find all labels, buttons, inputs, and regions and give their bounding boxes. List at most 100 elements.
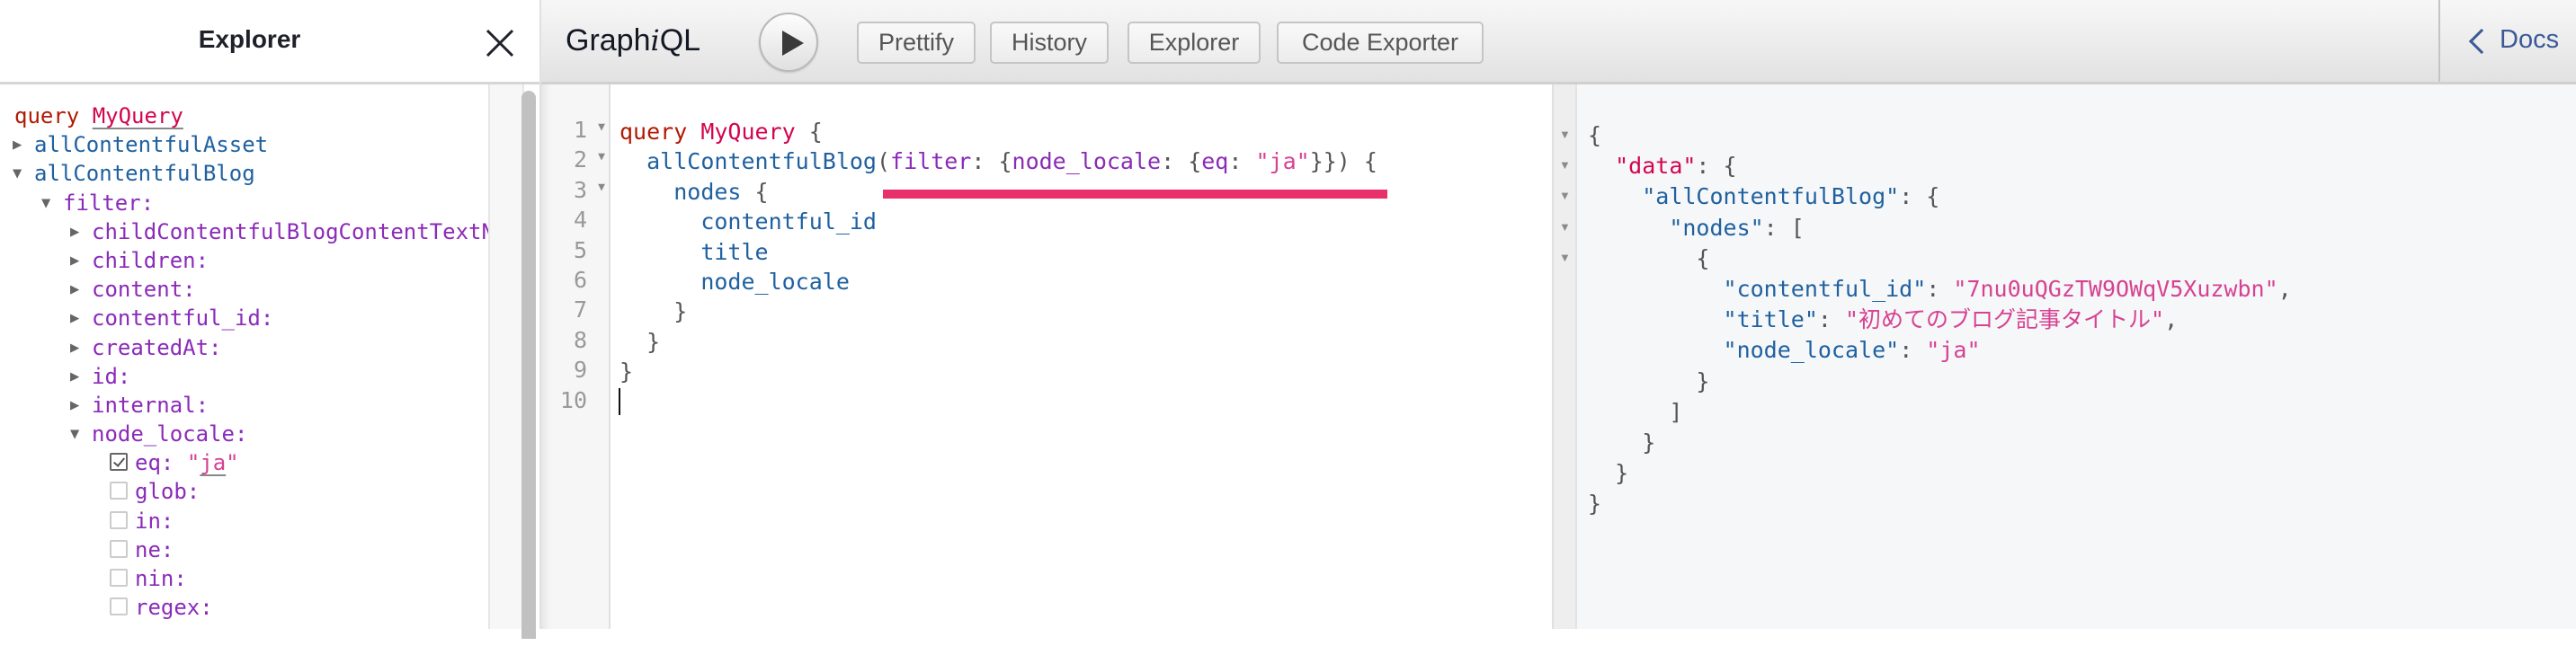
caret-right-icon[interactable]: ▶ [70,391,88,420]
caret-right-icon[interactable]: ▶ [70,304,88,332]
explorer-tree-item[interactable]: eq: "ja" [0,448,488,477]
tree-item-label: allContentfulAsset [34,132,269,158]
code-line: title [619,237,1377,267]
code-token: } [673,298,688,325]
explorer-panel: Explorer query MyQuery ▶ allContentfulAsse… [0,0,539,639]
code-token: }}) { [1309,148,1377,175]
explorer-tree-item[interactable]: ▶ children: [0,246,488,275]
explorer-tree-item[interactable]: ▶ contentful_id: [0,304,488,332]
checkbox[interactable] [110,510,128,529]
code-exporter-button[interactable]: Code Exporter [1277,22,1484,64]
line-number-text: 5 [573,236,587,263]
caret-right-icon[interactable]: ▶ [70,217,88,246]
explorer-tree-item[interactable]: ▶ id: [0,362,488,391]
chevron-left-icon [2468,28,2495,55]
explorer-tree-item[interactable]: regex: [0,593,488,622]
close-explorer-button[interactable] [484,27,516,59]
explorer-tree-item[interactable]: ▼ allContentfulBlog [0,159,488,188]
code-token: title [700,238,769,265]
code-token: : { [971,148,1012,175]
explorer-tree-item[interactable]: nin: [0,564,488,593]
line-number-text: 7 [573,296,587,323]
explorer-tree-item[interactable]: ▶childContentfulBlogContentTextNode: [0,217,488,246]
explorer-tree-item[interactable]: ▶ internal: [0,391,488,420]
explorer-tree-item[interactable]: ▶ allContentfulAsset [0,130,488,159]
line-number-text: 2 [573,146,587,173]
explorer-tree-item[interactable]: glob: [0,477,488,506]
query-editor[interactable]: 1 ▼ 2 ▼ 3 ▼ 4 5 6 7 8 9 10 query MyQuery { allConten… [541,84,1554,629]
caret-right-icon[interactable]: ▶ [70,246,88,275]
explorer-tree-item[interactable]: query MyQuery [0,102,488,130]
result-token: : [ [1763,214,1805,241]
code-token: node_locale [1012,148,1162,175]
play-icon [782,31,804,56]
caret-right-icon[interactable]: ▶ [70,275,88,304]
line-number-text: 9 [573,357,587,384]
result-line: "title": "初めてのブログ記事タイトル", [1588,305,2292,335]
result-token: "ja" [1926,337,1981,364]
code-line: } [619,357,1377,386]
result-token: "7nu0uQGzTW9OWqV5Xuzwbn" [1953,275,2278,302]
checkbox[interactable] [110,569,128,587]
tree-item-label: ne: [135,535,174,564]
result-token: : { [1696,153,1737,180]
code-token: : { [1161,148,1202,175]
prettify-button[interactable]: Prettify [857,22,976,64]
explorer-scrollbar[interactable] [521,91,536,639]
caret-right-icon[interactable]: ▶ [13,130,31,159]
fold-arrow-icon[interactable]: ▼ [1559,220,1571,234]
explorer-tree: query MyQuery ▶ allContentfulAsset ▼ allCont… [0,84,488,646]
tree-item-label: filter: [63,190,155,216]
explorer-tree-item[interactable]: ▶ content: [0,275,488,304]
explorer-tree-item[interactable]: ▼ filter: [0,189,488,217]
caret-down-icon[interactable]: ▼ [13,159,31,188]
result-line: { [1588,243,2292,274]
quote: " [186,450,201,476]
result-line: "contentful_id": "7nu0uQGzTW9OWqV5Xuzwbn… [1588,274,2292,305]
tree-item-label: content: [92,277,196,303]
fold-arrow-icon[interactable]: ▼ [598,150,605,164]
history-button[interactable]: History [990,22,1109,64]
query-code[interactable]: query MyQuery { allContentfulBlog(filter… [619,117,1377,417]
fold-arrow-icon[interactable]: ▼ [1559,251,1571,264]
result-line: } [1588,367,2292,397]
explorer-header: Explorer [0,0,539,84]
code-line: } [619,327,1377,357]
line-number: 7 [539,296,609,326]
result-token [1588,368,1696,394]
explorer-tree-item[interactable]: in: [0,507,488,535]
result-token [1588,276,1724,302]
fold-arrow-icon[interactable]: ▼ [1559,128,1571,141]
line-number: 8 [539,327,609,357]
checkbox[interactable] [110,482,128,500]
fold-arrow-icon[interactable]: ▼ [598,181,605,194]
explorer-tree-item[interactable]: ▶ createdAt: [0,333,488,362]
checkbox[interactable] [110,597,128,616]
result-line: { [1588,120,2292,151]
fold-arrow-icon[interactable]: ▼ [1559,189,1571,202]
result-token: "nodes" [1669,214,1764,241]
explorer-tree-item[interactable]: ne: [0,535,488,564]
operation-name[interactable]: MyQuery [93,103,183,128]
checkbox-checked[interactable] [110,453,128,472]
fold-arrow-icon[interactable]: ▼ [598,120,605,134]
caret-right-icon[interactable]: ▶ [70,333,88,362]
result-line: } [1588,428,2292,458]
caret-down-icon[interactable]: ▼ [70,420,88,448]
line-number-text: 8 [573,326,587,353]
execute-query-button[interactable] [759,13,818,72]
explorer-button[interactable]: Explorer [1128,22,1261,64]
explorer-tree-item[interactable]: ▼ node_locale: [0,420,488,448]
tree-item-label: id: [92,363,131,389]
app-title-suffix: QL [659,23,701,58]
result-line: } [1588,458,2292,489]
checkbox[interactable] [110,539,128,558]
caret-down-icon[interactable]: ▼ [41,189,59,217]
result-token [1588,215,1669,241]
tree-item-label: node_locale: [92,421,248,447]
fold-arrow-icon[interactable]: ▼ [1559,158,1571,172]
caret-right-icon[interactable]: ▶ [70,362,88,391]
arg-value-input[interactable]: ja [200,450,226,475]
